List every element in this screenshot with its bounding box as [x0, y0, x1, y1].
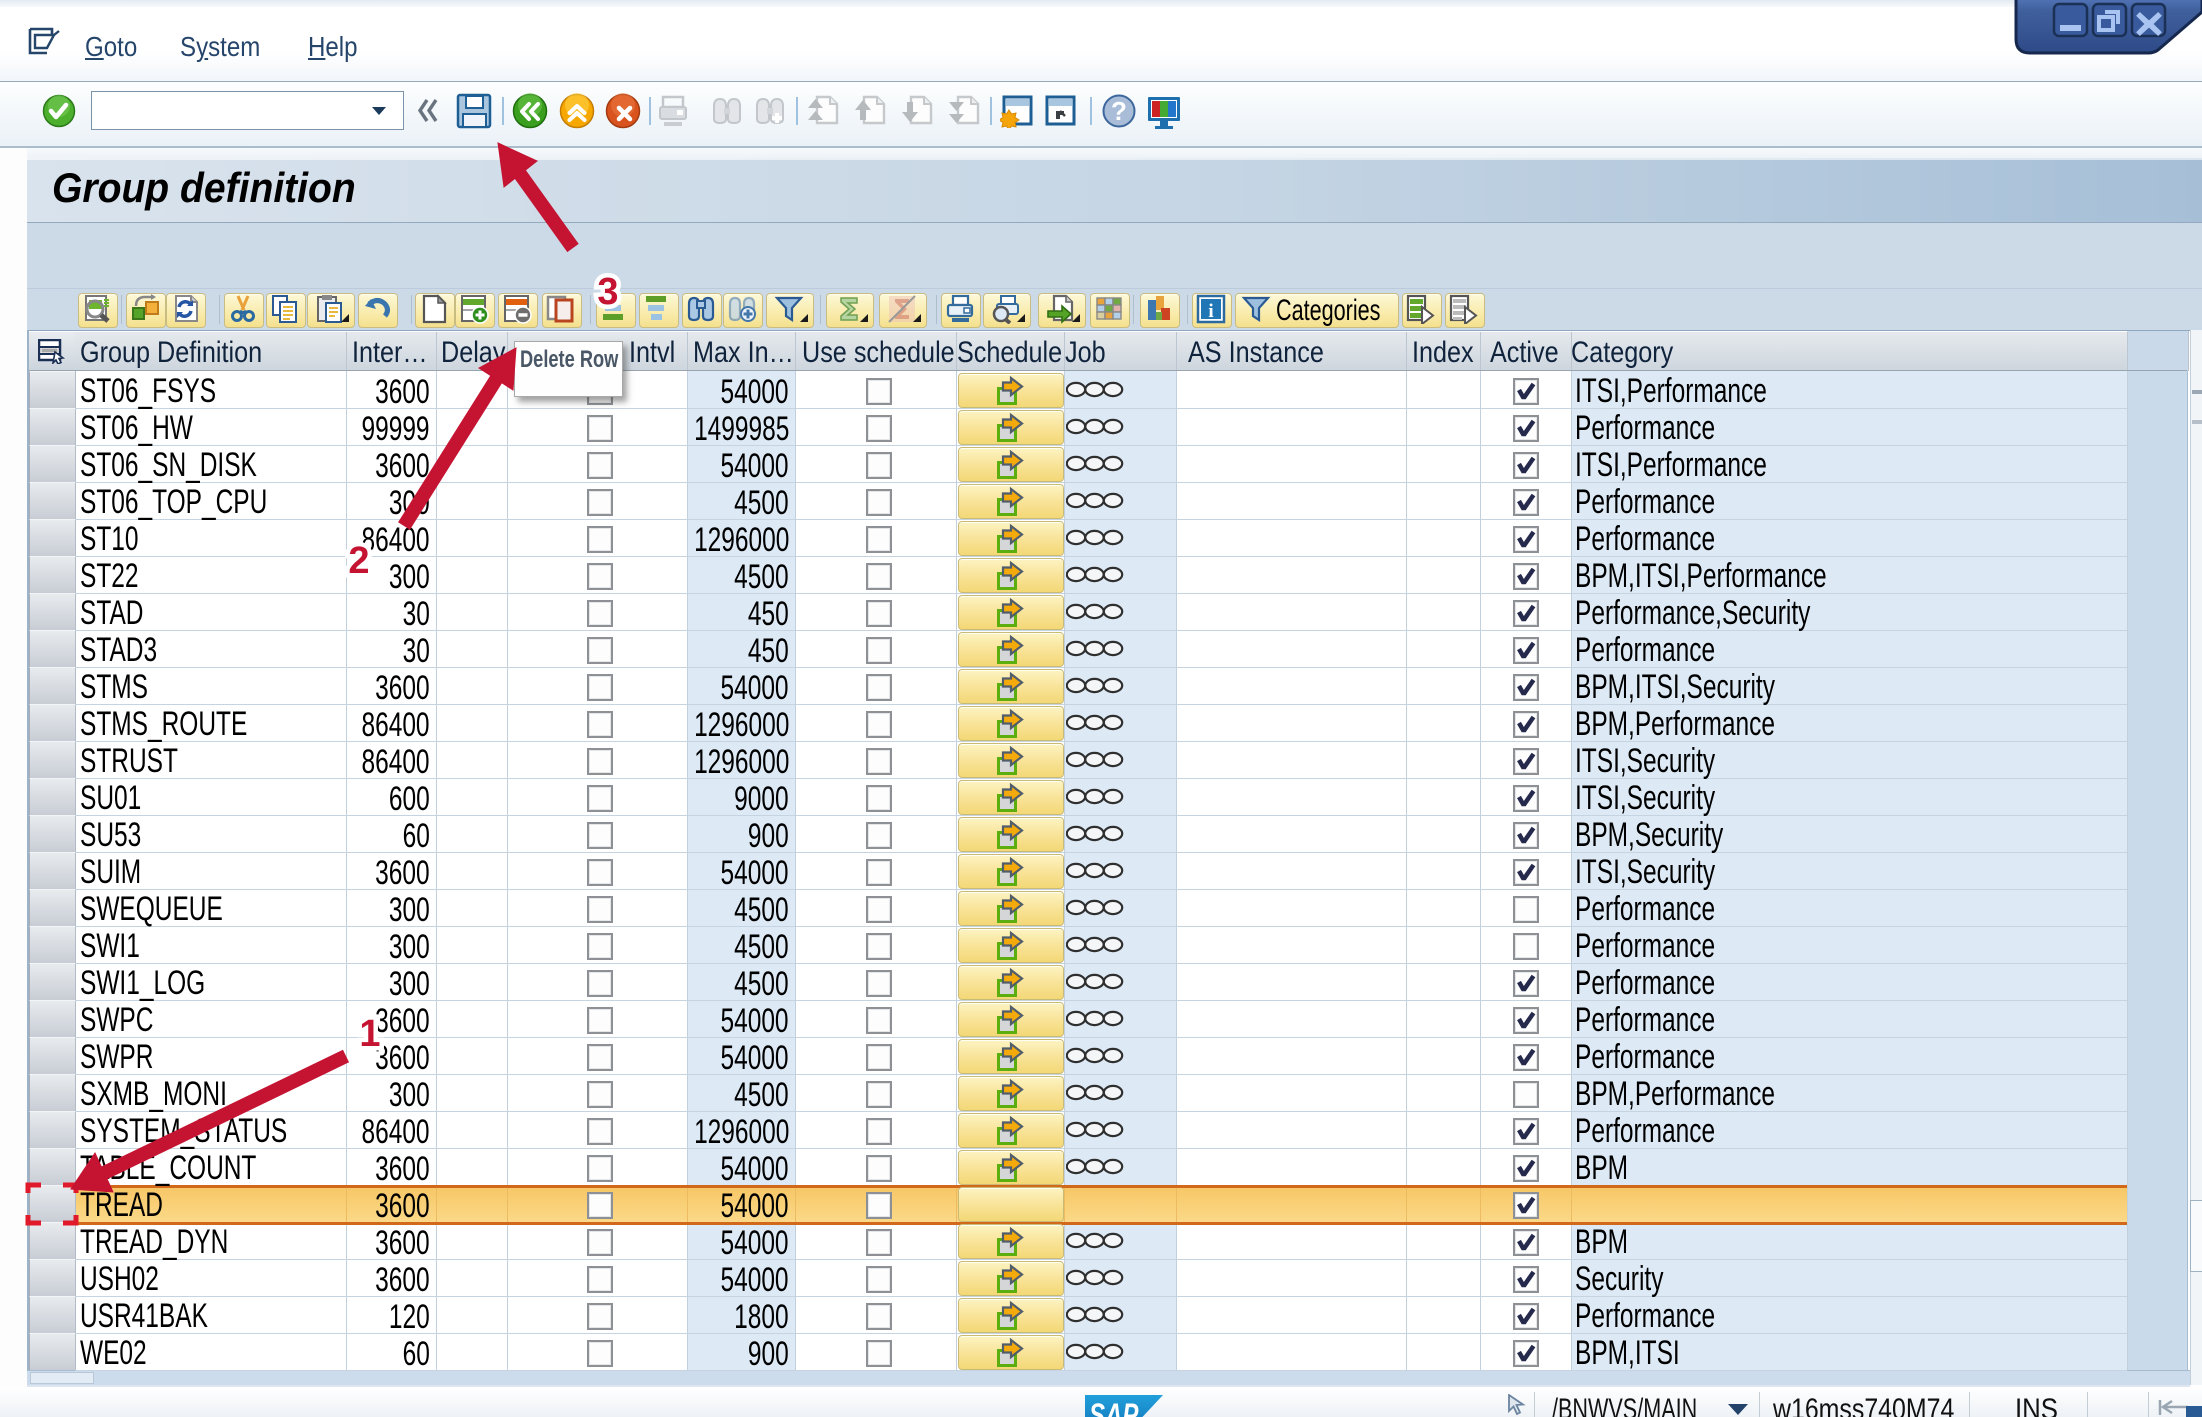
svg-text:i: i: [1208, 301, 1213, 322]
svg-text:?: ?: [1111, 96, 1127, 126]
